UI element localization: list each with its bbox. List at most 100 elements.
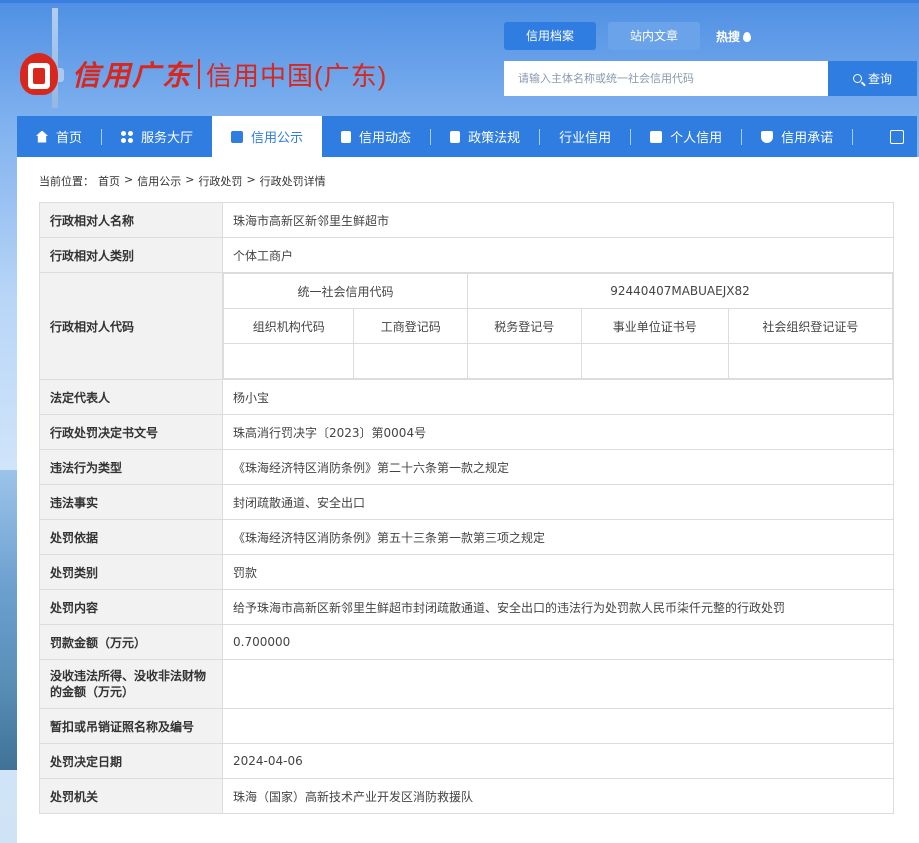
row-label: 没收违法所得、没收非法财物的金额（万元） bbox=[39, 659, 223, 709]
nav-label: 信用公示 bbox=[251, 131, 304, 146]
row-label: 处罚类别 bbox=[39, 554, 223, 590]
nav-label: 个人信用 bbox=[670, 131, 723, 146]
table-row: 行政相对人名称 珠海市高新区新邻里生鲜超市 bbox=[39, 202, 894, 238]
search-scope-tabs: 信用档案 站内文章 热搜 bbox=[504, 22, 752, 50]
nav-label: 信用动态 bbox=[359, 131, 412, 146]
logo-site-name: 信用中国(广东) bbox=[206, 60, 388, 91]
hot-search-link[interactable]: 热搜 bbox=[716, 28, 752, 45]
search-input[interactable] bbox=[504, 61, 828, 96]
content-panel: 当前位置： 首页 > 信用公示 > 行政处罚 > 行政处罚详情 行政相对人名称 … bbox=[17, 157, 919, 843]
uscc-label: 统一社会信用代码 bbox=[222, 273, 469, 309]
nav-credit-news[interactable]: 信用动态 bbox=[322, 116, 430, 157]
code-header: 社会组织登记证号 bbox=[727, 308, 894, 344]
nav-personal-credit[interactable]: 个人信用 bbox=[631, 116, 741, 157]
row-value: 2024-04-06 bbox=[222, 743, 894, 779]
code-header: 组织机构代码 bbox=[222, 308, 355, 344]
row-value: 《珠海经济特区消防条例》第二十六条第一款之规定 bbox=[222, 449, 894, 485]
book-icon bbox=[450, 130, 461, 143]
row-value: 珠海市高新区新邻里生鲜超市 bbox=[222, 202, 894, 238]
logo-script-text: 信用广东 bbox=[72, 59, 193, 92]
table-row: 暂扣或吊销证照名称及编号 bbox=[39, 708, 894, 744]
breadcrumb: 当前位置： 首页 > 信用公示 > 行政处罚 > 行政处罚详情 bbox=[39, 173, 326, 189]
breadcrumb-prefix: 当前位置： bbox=[39, 175, 94, 188]
table-row: 处罚内容 给予珠海市高新区新邻里生鲜超市封闭疏散通道、安全出口的违法行为处罚款人… bbox=[39, 589, 894, 625]
row-value: 个体工商户 bbox=[222, 237, 894, 273]
code-header: 事业单位证书号 bbox=[580, 308, 729, 344]
breadcrumb-current: 行政处罚详情 bbox=[259, 175, 326, 188]
nav-policy-regulations[interactable]: 政策法规 bbox=[431, 116, 539, 157]
code-value bbox=[727, 343, 894, 379]
row-label: 处罚机关 bbox=[39, 778, 223, 814]
expand-nav-button[interactable] bbox=[877, 116, 917, 157]
table-row: 处罚依据 《珠海经济特区消防条例》第五十三条第一款第三项之规定 bbox=[39, 519, 894, 555]
tab-credit-archive[interactable]: 信用档案 bbox=[504, 22, 597, 50]
nav-label: 首页 bbox=[56, 131, 83, 146]
row-label: 罚款金额（万元） bbox=[39, 624, 223, 660]
code-subtable-cell: 统一社会信用代码 92440407MABUAEJX82 组织机构代码 工商登记码… bbox=[222, 272, 894, 380]
nav-service-hall[interactable]: 服务大厅 bbox=[102, 116, 212, 157]
briefcase-icon bbox=[231, 130, 244, 143]
table-row: 违法行为类型 《珠海经济特区消防条例》第二十六条第一款之规定 bbox=[39, 449, 894, 485]
site-logo[interactable]: 信用广东 信用中国(广东) bbox=[14, 44, 387, 104]
search-button-label: 查询 bbox=[867, 72, 892, 86]
hot-search-label: 热搜 bbox=[716, 29, 741, 44]
table-row: 行政相对人类别 个体工商户 bbox=[39, 237, 894, 273]
row-value bbox=[222, 659, 894, 709]
row-label: 法定代表人 bbox=[39, 379, 223, 415]
row-label: 行政相对人代码 bbox=[39, 272, 223, 380]
table-row: 行政相对人代码 统一社会信用代码 92440407MABUAEJX82 组织机构… bbox=[39, 272, 894, 380]
row-label: 处罚决定日期 bbox=[39, 743, 223, 779]
table-row: 没收违法所得、没收非法财物的金额（万元） bbox=[39, 659, 894, 709]
logo-divider bbox=[198, 59, 201, 89]
row-label: 行政处罚决定书文号 bbox=[39, 414, 223, 450]
nav-credit-publicity[interactable]: 信用公示 bbox=[212, 116, 323, 157]
nav-divider bbox=[852, 128, 854, 145]
breadcrumb-credit-publicity[interactable]: 信用公示 bbox=[137, 173, 181, 189]
nav-label: 信用承诺 bbox=[781, 131, 834, 146]
table-row: 处罚类别 罚款 bbox=[39, 554, 894, 590]
nav-credit-commitment[interactable]: 信用承诺 bbox=[742, 116, 852, 157]
code-value bbox=[222, 343, 355, 379]
code-value bbox=[580, 343, 729, 379]
table-row: 法定代表人 杨小宝 bbox=[39, 379, 894, 415]
row-label: 行政相对人名称 bbox=[39, 202, 223, 238]
row-value: 杨小宝 bbox=[222, 379, 894, 415]
breadcrumb-admin-penalty[interactable]: 行政处罚 bbox=[198, 173, 242, 189]
code-subtable: 统一社会信用代码 92440407MABUAEJX82 组织机构代码 工商登记码… bbox=[222, 273, 894, 379]
breadcrumb-sep: > bbox=[124, 173, 134, 186]
document-icon bbox=[341, 130, 352, 143]
top-strip bbox=[0, 0, 919, 3]
shield-icon bbox=[761, 130, 774, 143]
expand-icon bbox=[890, 129, 904, 144]
row-label: 处罚内容 bbox=[39, 589, 223, 625]
row-label: 违法行为类型 bbox=[39, 449, 223, 485]
row-value: 珠高消行罚决字〔2023〕第0004号 bbox=[222, 414, 894, 450]
row-label: 违法事实 bbox=[39, 484, 223, 520]
penalty-detail-table: 行政相对人名称 珠海市高新区新邻里生鲜超市 行政相对人类别 个体工商户 行政相对… bbox=[39, 202, 894, 814]
tab-site-articles[interactable]: 站内文章 bbox=[608, 22, 701, 50]
main-nav: 首页 服务大厅 信用公示 信用动态 政策法规 行业信用 个人信用 信用承诺 bbox=[17, 116, 917, 598]
id-card-icon bbox=[650, 130, 663, 143]
flame-icon bbox=[743, 31, 752, 42]
breadcrumb-home[interactable]: 首页 bbox=[98, 173, 120, 189]
code-header: 税务登记号 bbox=[467, 308, 582, 344]
logo-emblem-icon bbox=[14, 49, 64, 99]
code-value bbox=[467, 343, 582, 379]
breadcrumb-sep: > bbox=[246, 173, 256, 186]
grid-icon bbox=[121, 130, 134, 143]
row-value: 珠海（国家）高新技术产业开发区消防救援队 bbox=[222, 778, 894, 814]
row-label: 暂扣或吊销证照名称及编号 bbox=[39, 708, 223, 744]
row-value: 《珠海经济特区消防条例》第五十三条第一款第三项之规定 bbox=[222, 519, 894, 555]
nav-label: 行业信用 bbox=[559, 131, 612, 146]
code-value bbox=[353, 343, 469, 379]
table-row: 罚款金额（万元） 0.700000 bbox=[39, 624, 894, 660]
row-value: 封闭疏散通道、安全出口 bbox=[222, 484, 894, 520]
row-label: 处罚依据 bbox=[39, 519, 223, 555]
nav-home[interactable]: 首页 bbox=[17, 116, 101, 157]
row-value: 罚款 bbox=[222, 554, 894, 590]
nav-industry-credit[interactable]: 行业信用 bbox=[540, 116, 630, 598]
nav-label: 服务大厅 bbox=[141, 131, 194, 146]
search-button[interactable]: 查询 bbox=[828, 61, 917, 96]
code-header: 工商登记码 bbox=[353, 308, 469, 344]
search-bar: 查询 bbox=[504, 61, 917, 96]
